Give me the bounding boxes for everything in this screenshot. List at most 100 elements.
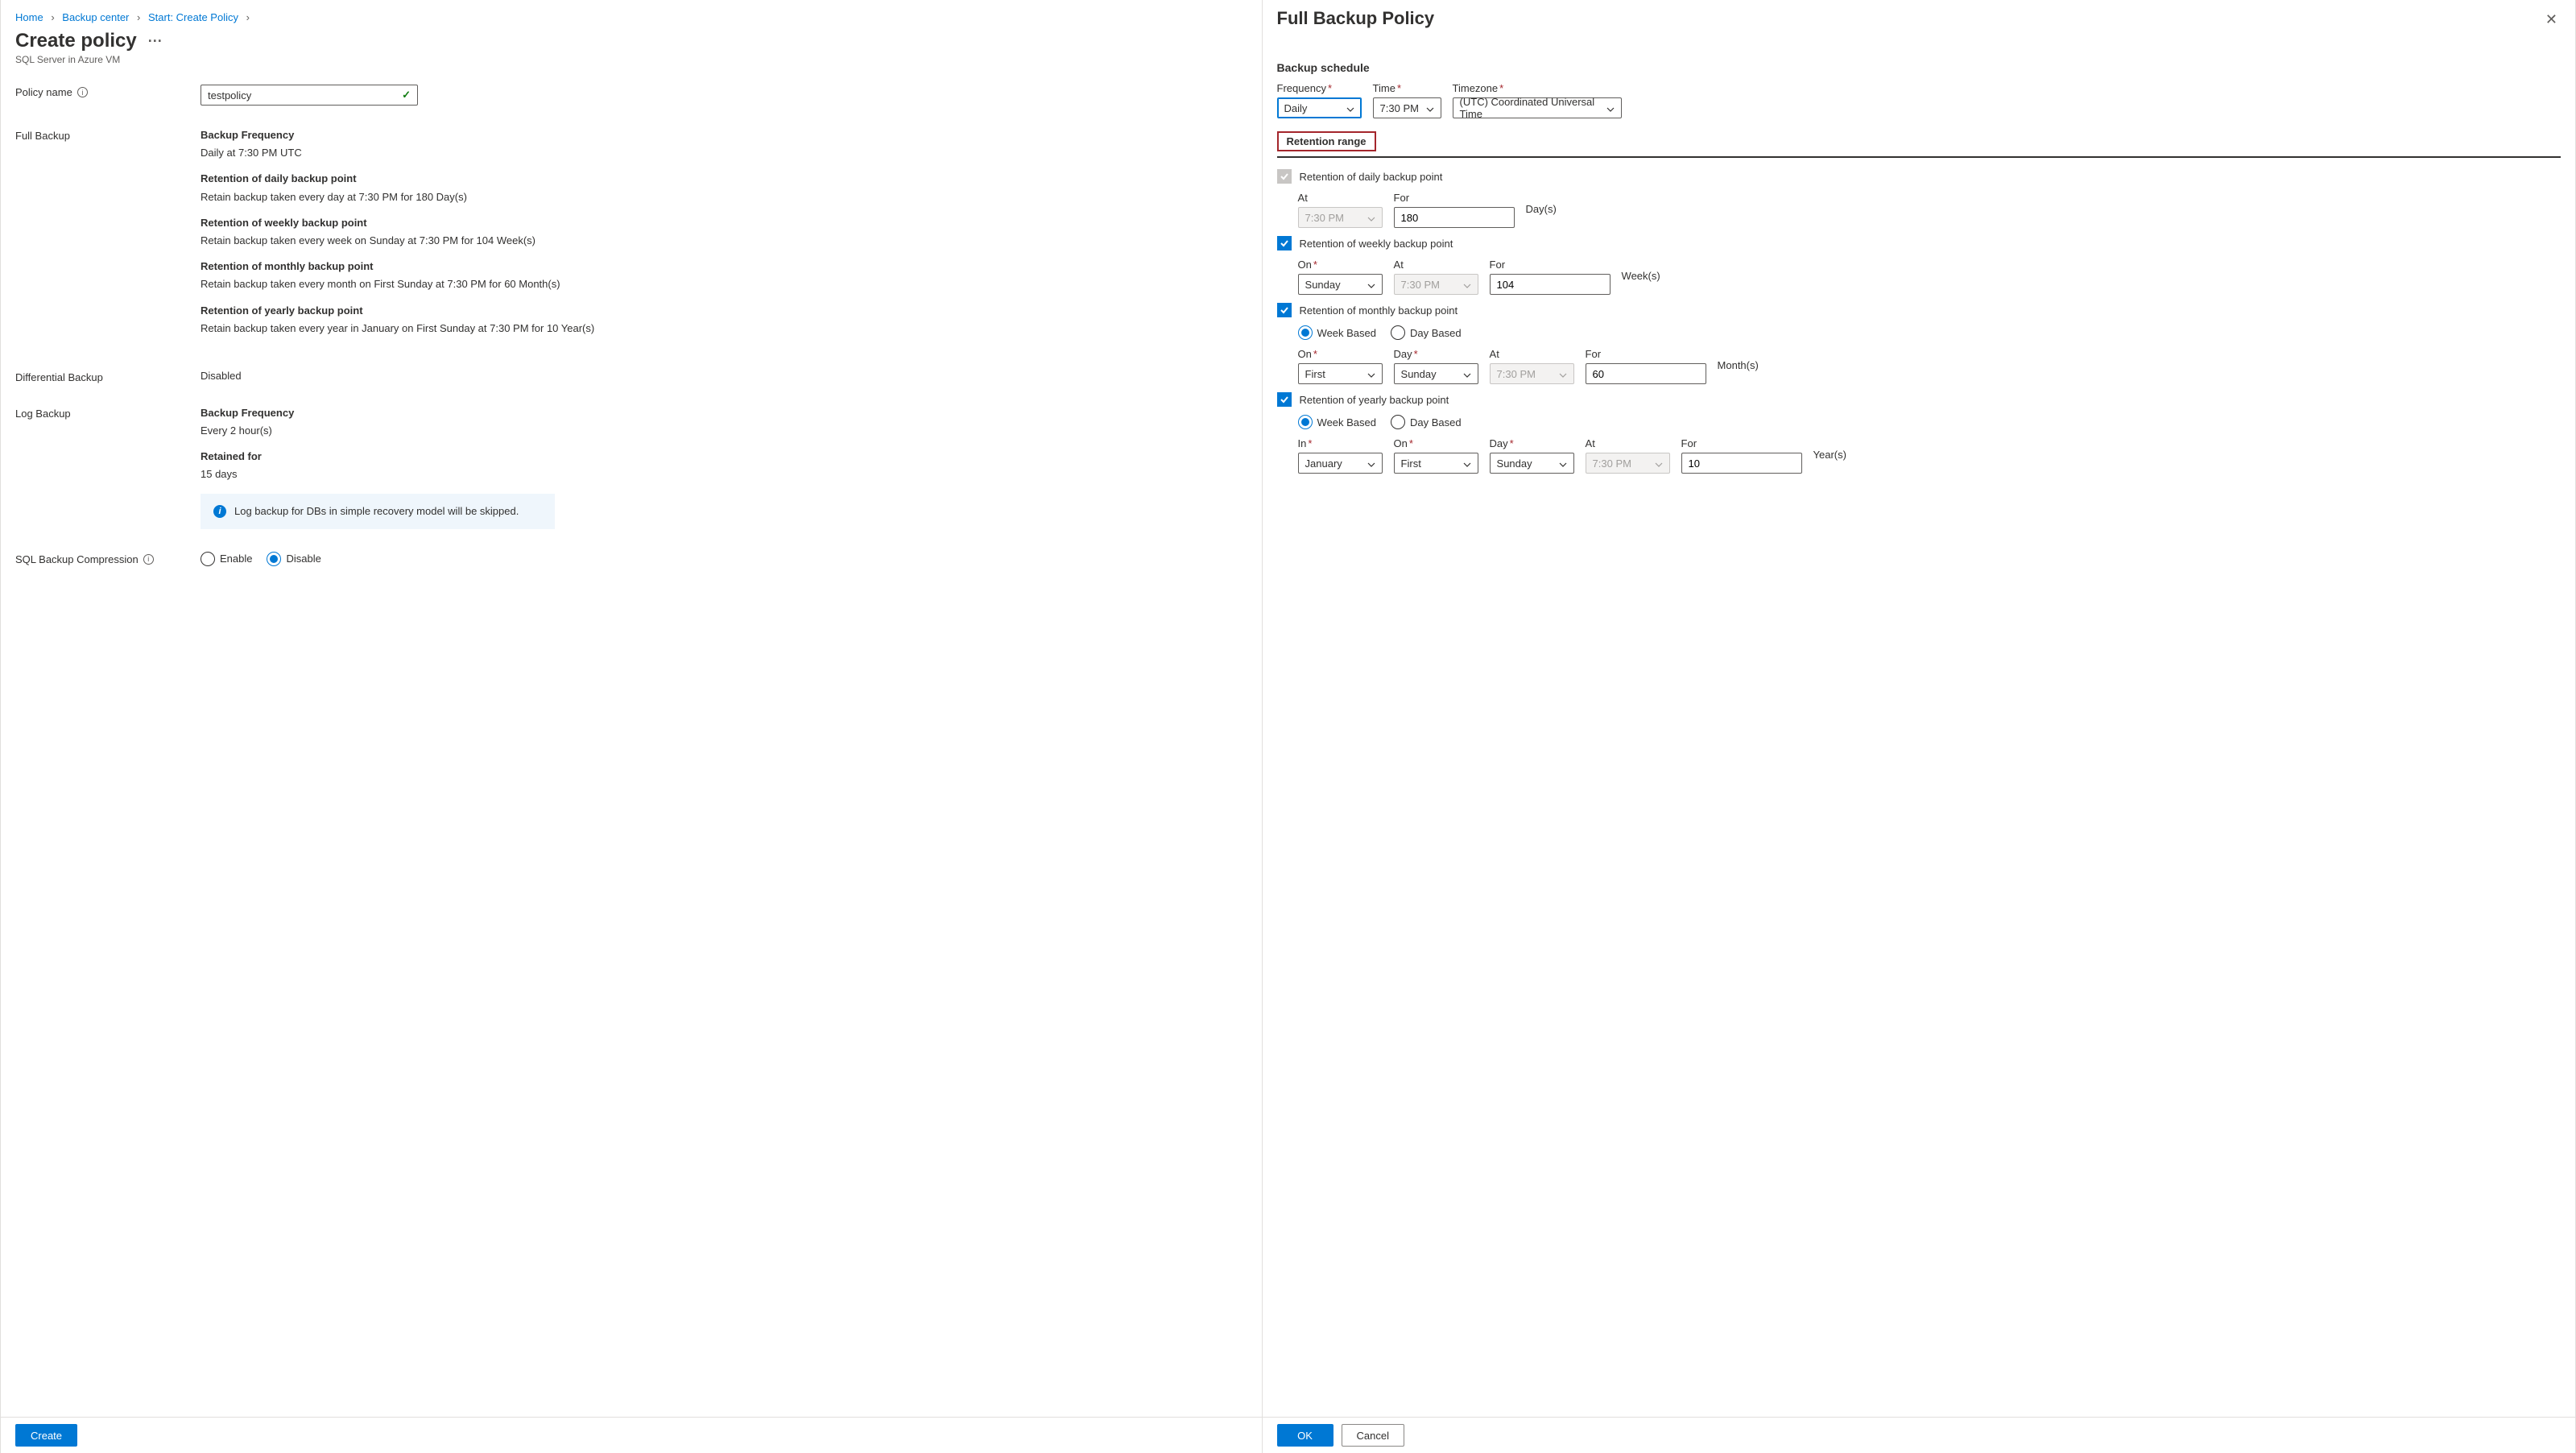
chevron-right-icon: › bbox=[137, 11, 140, 23]
log-frequency-title: Backup Frequency bbox=[201, 406, 1247, 420]
log-backup-callout: i Log backup for DBs in simple recovery … bbox=[201, 494, 555, 529]
log-backup-callout-text: Log backup for DBs in simple recovery mo… bbox=[234, 505, 519, 517]
differential-backup-value: Disabled bbox=[201, 370, 1247, 382]
yearly-day-value: Sunday bbox=[1497, 457, 1532, 470]
chevron-down-icon bbox=[1367, 459, 1375, 467]
compression-disable-radio[interactable]: Disable bbox=[267, 552, 320, 566]
yearly-in-select[interactable]: January bbox=[1298, 453, 1383, 474]
page-subtitle: SQL Server in Azure VM bbox=[15, 54, 1247, 65]
monthly-unit-label: Month(s) bbox=[1718, 359, 1759, 371]
daily-at-value: 7:30 PM bbox=[1305, 212, 1344, 224]
info-icon[interactable]: i bbox=[143, 554, 154, 565]
radio-icon bbox=[1391, 415, 1405, 429]
yearly-retention-checkbox[interactable] bbox=[1277, 392, 1292, 407]
time-select[interactable]: 7:30 PM bbox=[1373, 97, 1441, 118]
time-label: Time bbox=[1373, 82, 1396, 94]
weekly-at-value: 7:30 PM bbox=[1401, 279, 1440, 291]
monthly-at-value: 7:30 PM bbox=[1497, 368, 1536, 380]
create-button[interactable]: Create bbox=[15, 1424, 77, 1447]
monthly-day-value: Sunday bbox=[1401, 368, 1437, 380]
daily-unit-label: Day(s) bbox=[1526, 203, 1557, 215]
compression-enable-radio[interactable]: Enable bbox=[201, 552, 252, 566]
weekly-at-select: 7:30 PM bbox=[1394, 274, 1478, 295]
weekly-for-input[interactable] bbox=[1490, 274, 1611, 295]
info-icon: i bbox=[213, 505, 226, 518]
weekly-retention-value: Retain backup taken every week on Sunday… bbox=[201, 234, 1247, 248]
yearly-week-based-radio[interactable]: Week Based bbox=[1298, 415, 1376, 429]
yearly-in-value: January bbox=[1305, 457, 1342, 470]
chevron-down-icon bbox=[1426, 104, 1434, 112]
yearly-at-select: 7:30 PM bbox=[1586, 453, 1670, 474]
yearly-at-value: 7:30 PM bbox=[1593, 457, 1631, 470]
yearly-day-select[interactable]: Sunday bbox=[1490, 453, 1574, 474]
chevron-down-icon bbox=[1346, 104, 1354, 112]
breadcrumb-start-create-policy[interactable]: Start: Create Policy bbox=[148, 11, 238, 23]
monthly-retention-label: Retention of monthly backup point bbox=[1300, 304, 1458, 317]
monthly-week-based-radio[interactable]: Week Based bbox=[1298, 325, 1376, 340]
yearly-in-label: In bbox=[1298, 437, 1307, 449]
ok-button[interactable]: OK bbox=[1277, 1424, 1333, 1447]
breadcrumb-home[interactable]: Home bbox=[15, 11, 43, 23]
yearly-retention-label: Retention of yearly backup point bbox=[1300, 394, 1449, 406]
backup-schedule-title: Backup schedule bbox=[1277, 61, 2561, 74]
chevron-down-icon bbox=[1463, 459, 1471, 467]
yearly-at-label: At bbox=[1586, 437, 1670, 449]
weekly-for-label: For bbox=[1490, 259, 1611, 271]
monthly-on-value: First bbox=[1305, 368, 1325, 380]
weekly-on-select[interactable]: Sunday bbox=[1298, 274, 1383, 295]
monthly-day-label: Day bbox=[1394, 348, 1412, 360]
log-backup-label: Log Backup bbox=[15, 406, 184, 420]
monthly-on-select[interactable]: First bbox=[1298, 363, 1383, 384]
yearly-for-input[interactable] bbox=[1681, 453, 1802, 474]
chevron-down-icon bbox=[1367, 213, 1375, 221]
weekly-retention-checkbox[interactable] bbox=[1277, 236, 1292, 250]
differential-backup-label: Differential Backup bbox=[15, 370, 184, 383]
monthly-for-input[interactable] bbox=[1586, 363, 1706, 384]
log-frequency-value: Every 2 hour(s) bbox=[201, 424, 1247, 438]
daily-retention-title: Retention of daily backup point bbox=[201, 172, 1247, 186]
daily-at-select: 7:30 PM bbox=[1298, 207, 1383, 228]
yearly-day-based-radio[interactable]: Day Based bbox=[1391, 415, 1462, 429]
info-icon[interactable]: i bbox=[77, 87, 88, 97]
close-icon[interactable]: ✕ bbox=[2542, 8, 2561, 31]
monthly-retention-checkbox[interactable] bbox=[1277, 303, 1292, 317]
frequency-label: Frequency bbox=[1277, 82, 1326, 94]
divider bbox=[1277, 156, 2561, 158]
policy-name-input[interactable]: testpolicy ✓ bbox=[201, 85, 418, 106]
monthly-at-label: At bbox=[1490, 348, 1574, 360]
yearly-week-based-label: Week Based bbox=[1317, 416, 1376, 428]
chevron-down-icon bbox=[1367, 280, 1375, 288]
weekly-unit-label: Week(s) bbox=[1622, 270, 1660, 282]
more-icon[interactable]: ··· bbox=[148, 34, 163, 48]
chevron-down-icon bbox=[1559, 370, 1567, 378]
retention-range-title: Retention range bbox=[1277, 131, 1376, 151]
chevron-right-icon: › bbox=[51, 11, 54, 23]
weekly-at-label: At bbox=[1394, 259, 1478, 271]
breadcrumb: Home › Backup center › Start: Create Pol… bbox=[15, 8, 1247, 28]
daily-for-input[interactable] bbox=[1394, 207, 1515, 228]
yearly-on-label: On bbox=[1394, 437, 1408, 449]
yearly-on-select[interactable]: First bbox=[1394, 453, 1478, 474]
radio-icon bbox=[1298, 415, 1313, 429]
frequency-select[interactable]: Daily bbox=[1277, 97, 1362, 118]
full-backup-summary: Backup Frequency Daily at 7:30 PM UTC Re… bbox=[201, 128, 1247, 347]
chevron-down-icon bbox=[1367, 370, 1375, 378]
blade-title: Full Backup Policy bbox=[1277, 8, 1435, 29]
policy-name-label: Policy name bbox=[15, 86, 72, 98]
weekly-retention-label: Retention of weekly backup point bbox=[1300, 238, 1453, 250]
chevron-down-icon bbox=[1606, 104, 1615, 112]
policy-name-value: testpolicy bbox=[208, 89, 251, 101]
breadcrumb-backup-center[interactable]: Backup center bbox=[62, 11, 129, 23]
timezone-select[interactable]: (UTC) Coordinated Universal Time bbox=[1453, 97, 1622, 118]
yearly-retention-value: Retain backup taken every year in Januar… bbox=[201, 321, 1247, 336]
yearly-for-label: For bbox=[1681, 437, 1802, 449]
full-backup-frequency-value: Daily at 7:30 PM UTC bbox=[201, 146, 1247, 160]
monthly-for-label: For bbox=[1586, 348, 1706, 360]
daily-at-label: At bbox=[1298, 192, 1383, 204]
daily-for-label: For bbox=[1394, 192, 1515, 204]
full-backup-label: Full Backup bbox=[15, 128, 184, 142]
time-value: 7:30 PM bbox=[1380, 102, 1419, 114]
monthly-day-based-radio[interactable]: Day Based bbox=[1391, 325, 1462, 340]
cancel-button[interactable]: Cancel bbox=[1342, 1424, 1404, 1447]
monthly-day-select[interactable]: Sunday bbox=[1394, 363, 1478, 384]
